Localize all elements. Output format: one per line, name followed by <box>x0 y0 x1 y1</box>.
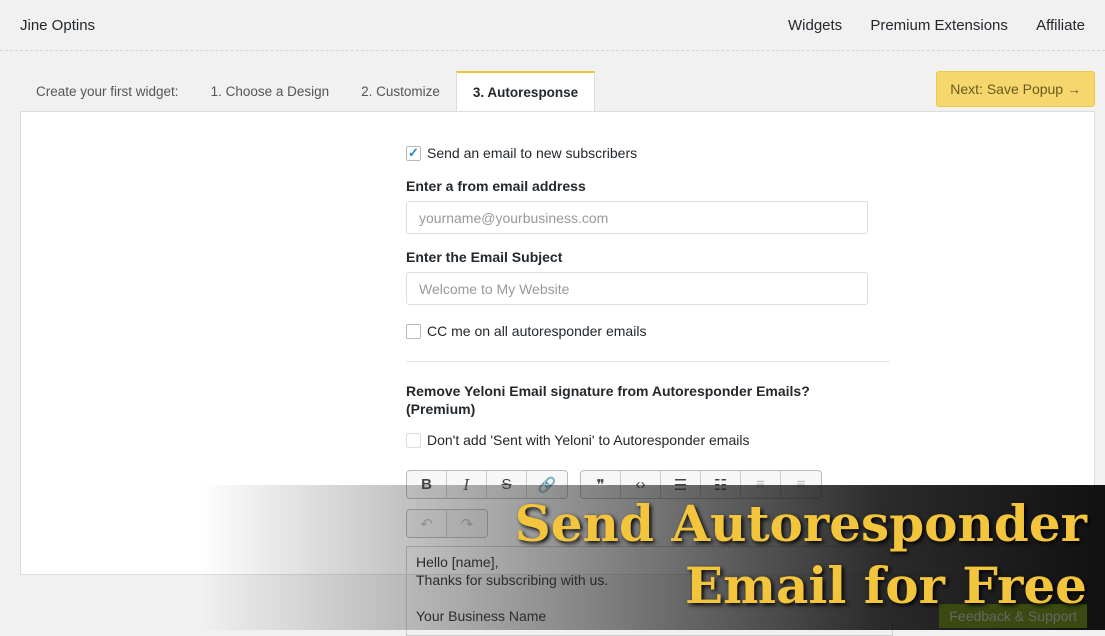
signature-checkbox[interactable] <box>406 432 421 448</box>
next-save-popup-button[interactable]: Next: Save Popup → <box>936 71 1095 107</box>
redo-icon[interactable]: ↷ <box>447 510 487 537</box>
tab-customize[interactable]: 2. Customize <box>345 84 456 112</box>
promo-headline: Send Autoresponder Email for Free <box>515 493 1087 617</box>
italic-icon[interactable]: I <box>447 471 487 498</box>
send-email-checkbox[interactable]: ✓ <box>406 145 421 161</box>
brand: Jine Optins <box>20 16 96 34</box>
cc-checkbox-row[interactable]: CC me on all autoresponder emails <box>406 321 896 341</box>
subject-label: Enter the Email Subject <box>406 249 563 265</box>
wizard-tabs: Create your first widget: 1. Choose a De… <box>20 71 1085 112</box>
signature-checkbox-row[interactable]: Don't add 'Sent with Yeloni' to Autoresp… <box>406 430 896 450</box>
nav-premium-extensions[interactable]: Premium Extensions <box>870 17 1008 34</box>
divider <box>406 361 890 362</box>
tab-choose-design[interactable]: 1. Choose a Design <box>195 84 346 112</box>
signature-checkbox-label: Don't add 'Sent with Yeloni' to Autoresp… <box>427 432 750 448</box>
headline-line-2: Email for Free <box>684 556 1087 615</box>
nav-widgets[interactable]: Widgets <box>788 17 842 34</box>
wizard-intro: Create your first widget: <box>36 84 179 99</box>
cc-label: CC me on all autoresponder emails <box>427 323 647 339</box>
from-email-label: Enter a from email address <box>406 178 586 194</box>
from-email-input[interactable]: yourname@yourbusiness.com <box>406 201 868 234</box>
signature-label: Remove Yeloni Email signature from Autor… <box>406 383 810 417</box>
headline-line-1: Send Autoresponder <box>514 494 1087 553</box>
undo-icon[interactable]: ↶ <box>407 510 447 537</box>
bold-icon[interactable]: B <box>407 471 447 498</box>
cc-checkbox[interactable] <box>406 323 421 339</box>
top-bar: Jine Optins Widgets Premium Extensions A… <box>0 0 1105 51</box>
nav-affiliate[interactable]: Affiliate <box>1036 17 1085 34</box>
send-email-label: Send an email to new subscribers <box>427 145 638 161</box>
subject-input[interactable]: Welcome to My Website <box>406 272 868 305</box>
tab-autoresponse[interactable]: 3. Autoresponse <box>455 71 596 112</box>
send-email-checkbox-row[interactable]: ✓ Send an email to new subscribers <box>406 143 896 163</box>
